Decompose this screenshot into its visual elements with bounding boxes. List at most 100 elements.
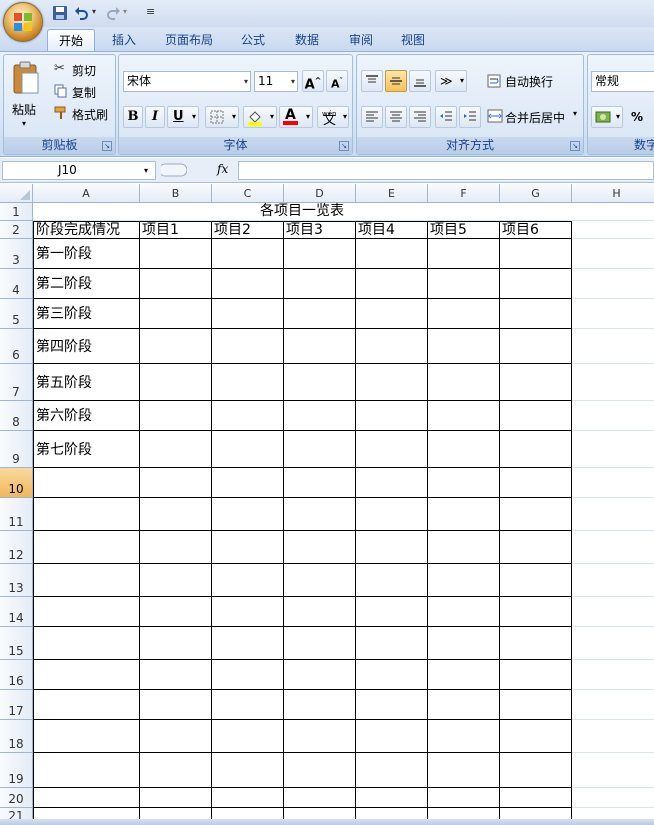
cell-h2[interactable] [572, 221, 654, 239]
cell-h13[interactable] [572, 564, 654, 597]
header-cell-d[interactable]: 项目3 [284, 221, 356, 239]
cell-h1[interactable] [572, 203, 654, 221]
cell-d7[interactable] [284, 364, 356, 401]
align-top-button[interactable] [361, 70, 383, 92]
paste-dropdown-icon[interactable]: ▾ [22, 119, 26, 128]
column-header-a[interactable]: A [33, 184, 140, 203]
merge-dropdown-icon[interactable]: ▾ [573, 109, 577, 118]
number-format-combo[interactable]: 常规 [591, 71, 654, 92]
cell-h8[interactable] [572, 401, 654, 431]
copy-button[interactable]: 复制 [54, 83, 114, 101]
cell-a18[interactable] [33, 720, 140, 753]
cell-b13[interactable] [140, 564, 212, 597]
row-header-12[interactable]: 12 [0, 531, 33, 564]
stage-cell-2[interactable]: 第二阶段 [33, 269, 140, 299]
cell-g20[interactable] [500, 788, 572, 808]
bold-button[interactable]: B [123, 106, 143, 128]
align-left-button[interactable] [361, 106, 383, 128]
cell-b6[interactable] [140, 329, 212, 364]
cell-e20[interactable] [356, 788, 428, 808]
cell-f17[interactable] [428, 690, 500, 720]
tab-formulas[interactable]: 公式 [232, 29, 274, 51]
cell-c7[interactable] [212, 364, 284, 401]
cell-a16[interactable] [33, 660, 140, 690]
cell-b9[interactable] [140, 431, 212, 468]
clipboard-dialog-launcher-icon[interactable]: ↘ [102, 141, 112, 151]
cell-h12[interactable] [572, 531, 654, 564]
stage-cell-7[interactable]: 第七阶段 [33, 431, 140, 468]
cell-d4[interactable] [284, 269, 356, 299]
insert-function-icon[interactable]: fx [217, 162, 228, 176]
underline-dropdown-icon[interactable]: ▾ [192, 107, 196, 127]
cell-c11[interactable] [212, 498, 284, 531]
cell-h3[interactable] [572, 239, 654, 269]
cell-h4[interactable] [572, 269, 654, 299]
cell-g6[interactable] [500, 329, 572, 364]
cell-b3[interactable] [140, 239, 212, 269]
cell-d6[interactable] [284, 329, 356, 364]
cell-d9[interactable] [284, 431, 356, 468]
cut-button[interactable]: ✂ 剪切 [54, 61, 114, 79]
undo-icon[interactable] [74, 5, 90, 21]
cell-h10[interactable] [572, 468, 654, 498]
header-cell-g[interactable]: 项目6 [500, 221, 572, 239]
cell-b14[interactable] [140, 597, 212, 627]
cell-f14[interactable] [428, 597, 500, 627]
cell-f13[interactable] [428, 564, 500, 597]
cell-f19[interactable] [428, 753, 500, 788]
cell-e17[interactable] [356, 690, 428, 720]
column-header-b[interactable]: B [140, 184, 212, 203]
cell-d12[interactable] [284, 531, 356, 564]
font-name-combo[interactable]: 宋体 ▾ [123, 71, 251, 92]
column-header-d[interactable]: D [284, 184, 356, 203]
cell-b15[interactable] [140, 627, 212, 660]
cell-g12[interactable] [500, 531, 572, 564]
name-box[interactable]: J10 [2, 161, 156, 180]
tab-view[interactable]: 视图 [392, 29, 434, 51]
tab-data[interactable]: 数据 [286, 29, 328, 51]
stage-cell-1[interactable]: 第一阶段 [33, 239, 140, 269]
cell-b17[interactable] [140, 690, 212, 720]
stage-cell-4[interactable]: 第四阶段 [33, 329, 140, 364]
cell-f10[interactable] [428, 468, 500, 498]
cell-h17[interactable] [572, 690, 654, 720]
cell-c3[interactable] [212, 239, 284, 269]
cell-d17[interactable] [284, 690, 356, 720]
save-icon[interactable] [52, 5, 68, 21]
cell-c16[interactable] [212, 660, 284, 690]
name-box-dropdown-icon[interactable]: ▾ [144, 161, 148, 180]
cell-d20[interactable] [284, 788, 356, 808]
column-header-g[interactable]: G [500, 184, 572, 203]
row-header-13[interactable]: 13 [0, 564, 33, 597]
cell-f12[interactable] [428, 531, 500, 564]
cell-e9[interactable] [356, 431, 428, 468]
cell-e10[interactable] [356, 468, 428, 498]
underline-button[interactable]: U ▾ [167, 106, 199, 128]
cell-a13[interactable] [33, 564, 140, 597]
cell-f7[interactable] [428, 364, 500, 401]
row-header-7[interactable]: 7 [0, 364, 33, 401]
cell-b19[interactable] [140, 753, 212, 788]
cell-d5[interactable] [284, 299, 356, 329]
column-header-f[interactable]: F [428, 184, 500, 203]
row-header-6[interactable]: 6 [0, 329, 33, 364]
title-cell[interactable]: 各项目一览表 [33, 203, 572, 221]
cell-c13[interactable] [212, 564, 284, 597]
format-painter-button[interactable]: 格式刷 [54, 105, 114, 123]
cell-h5[interactable] [572, 299, 654, 329]
cell-e15[interactable] [356, 627, 428, 660]
cell-h11[interactable] [572, 498, 654, 531]
grow-font-button[interactable]: A^ [302, 70, 324, 92]
cell-h18[interactable] [572, 720, 654, 753]
cell-c8[interactable] [212, 401, 284, 431]
cell-e14[interactable] [356, 597, 428, 627]
cell-e13[interactable] [356, 564, 428, 597]
cell-e18[interactable] [356, 720, 428, 753]
row-header-20[interactable]: 20 [0, 788, 33, 808]
cell-c4[interactable] [212, 269, 284, 299]
font-name-dropdown-icon[interactable]: ▾ [244, 72, 248, 91]
cell-g9[interactable] [500, 431, 572, 468]
phonetic-guide-button[interactable]: wén 文 ▾ [317, 106, 349, 128]
cell-a15[interactable] [33, 627, 140, 660]
cell-g10[interactable] [500, 468, 572, 498]
